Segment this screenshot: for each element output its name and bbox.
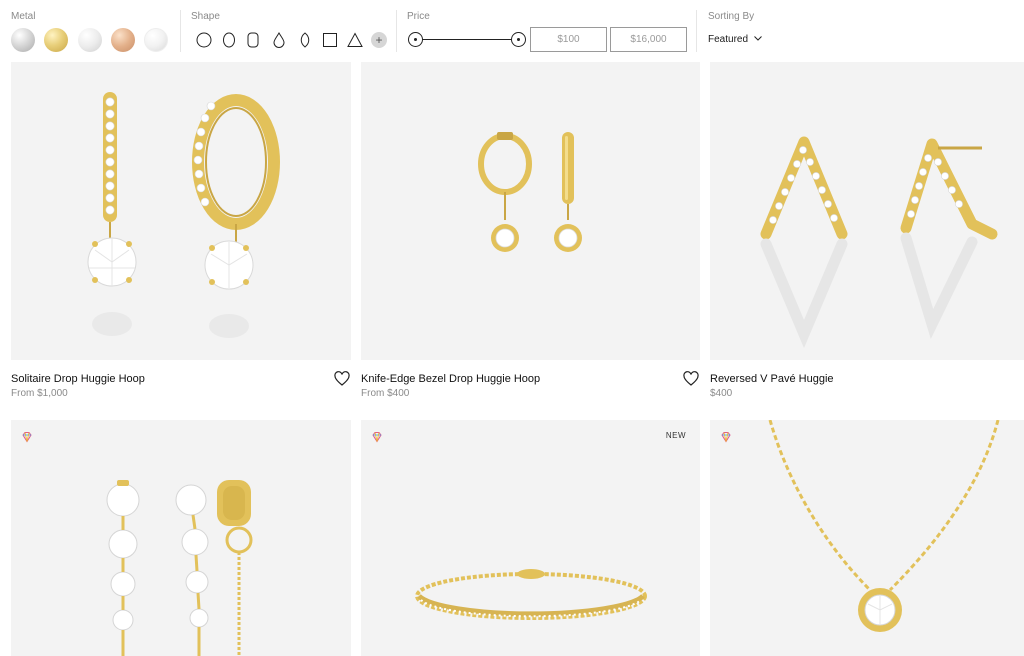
sort-selected-label: Featured	[708, 34, 749, 45]
price-min-input[interactable]: $100	[530, 27, 607, 52]
filter-divider	[180, 10, 181, 52]
cushion-shape-icon[interactable]	[247, 32, 259, 48]
metal-swatch-platinum[interactable]	[11, 28, 35, 52]
round-shape-icon[interactable]	[196, 32, 212, 48]
product-image[interactable]	[361, 62, 700, 360]
metal-swatch-rose-gold[interactable]	[111, 28, 135, 52]
product-card[interactable]: Reversed V Pavé Huggie $400	[710, 62, 1024, 402]
product-name[interactable]: Knife-Edge Bezel Drop Huggie Hoop	[361, 373, 540, 385]
price-filter: Price $100 $16,000	[407, 0, 692, 62]
shape-filter: Shape +	[191, 0, 391, 62]
product-name[interactable]: Reversed V Pavé Huggie	[710, 373, 834, 385]
price-slider-max-handle[interactable]	[511, 32, 526, 47]
price-max-input[interactable]: $16,000	[610, 27, 687, 52]
product-card[interactable]: Solitaire Drop Huggie Hoop From $1,000	[11, 62, 351, 402]
filter-divider	[396, 10, 397, 52]
chevron-down-icon	[753, 33, 762, 44]
metal-filter-title: Metal	[11, 11, 36, 22]
more-shapes-button[interactable]: +	[371, 32, 387, 48]
filter-divider	[696, 10, 697, 52]
marquise-shape-icon[interactable]	[299, 32, 311, 48]
metal-filter: Metal	[11, 0, 181, 62]
sort-filter: Sorting By Featured	[708, 0, 858, 62]
product-image[interactable]	[710, 420, 1024, 656]
lab-grown-diamond-icon	[21, 430, 33, 443]
new-badge: NEW	[665, 431, 686, 440]
trillion-shape-icon[interactable]	[347, 32, 363, 48]
sort-dropdown[interactable]: Featured	[708, 33, 762, 45]
product-card[interactable]	[710, 420, 1024, 656]
product-image[interactable]	[710, 62, 1024, 360]
product-card[interactable]: Knife-Edge Bezel Drop Huggie Hoop From $…	[361, 62, 700, 402]
price-slider-track[interactable]	[415, 39, 519, 40]
product-name[interactable]: Solitaire Drop Huggie Hoop	[11, 373, 145, 385]
sort-filter-title: Sorting By	[708, 11, 755, 22]
filter-bar: Metal Shape + Price $100 $16,000 Sorting…	[0, 0, 1024, 62]
heart-icon[interactable]	[683, 371, 699, 387]
heart-icon[interactable]	[334, 371, 350, 387]
product-price: From $1,000	[11, 388, 68, 399]
product-card[interactable]: NEW	[361, 420, 700, 656]
price-filter-title: Price	[407, 11, 430, 22]
product-image[interactable]	[11, 62, 351, 360]
oval-shape-icon[interactable]	[222, 32, 236, 48]
product-image[interactable]	[361, 420, 700, 656]
product-grid: Solitaire Drop Huggie Hoop From $1,000 K…	[0, 62, 1024, 656]
metal-swatch-yellow-gold[interactable]	[44, 28, 68, 52]
emerald-shape-icon[interactable]	[322, 32, 338, 48]
pear-shape-icon[interactable]	[273, 32, 285, 48]
product-price: From $400	[361, 388, 410, 399]
product-price: $400	[710, 388, 733, 399]
metal-swatch-white-gold[interactable]	[78, 28, 102, 52]
product-image[interactable]	[11, 420, 351, 656]
lab-grown-diamond-icon	[371, 430, 383, 443]
lab-grown-diamond-icon	[720, 430, 732, 443]
product-card[interactable]	[11, 420, 351, 656]
metal-swatch-silver[interactable]	[144, 28, 168, 52]
price-slider-min-handle[interactable]	[408, 32, 423, 47]
shape-filter-title: Shape	[191, 11, 220, 22]
